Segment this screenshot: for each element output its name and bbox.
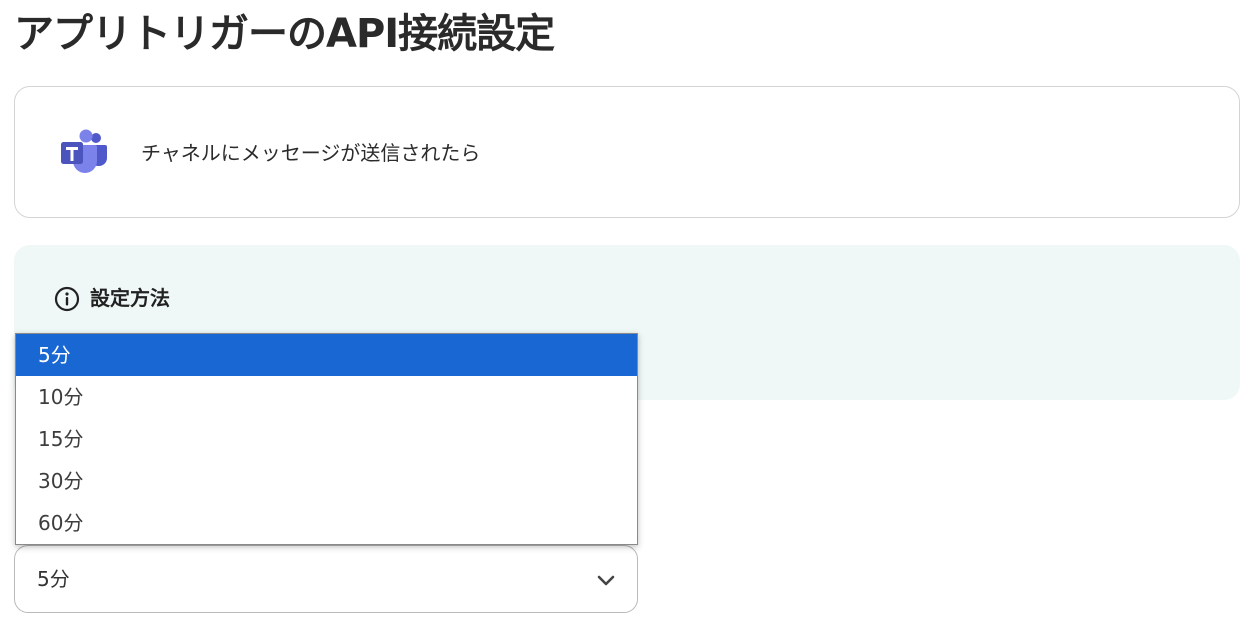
- interval-dropdown-list[interactable]: 5分 10分 15分 30分 60分: [15, 333, 638, 545]
- trigger-card[interactable]: チャネルにメッセージが送信されたら: [14, 86, 1240, 218]
- info-heading: 設定方法: [90, 286, 170, 310]
- dropdown-option-10min[interactable]: 10分: [16, 376, 637, 418]
- dropdown-option-5min[interactable]: 5分: [16, 334, 637, 376]
- microsoft-teams-icon: [61, 129, 107, 173]
- interval-select[interactable]: 5分: [14, 545, 638, 613]
- interval-select-value: 5分: [37, 567, 70, 591]
- chevron-down-icon: [597, 575, 615, 586]
- page-title: アプリトリガーのAPI接続設定: [14, 11, 555, 57]
- trigger-label: チャネルにメッセージが送信されたら: [141, 141, 481, 165]
- info-icon: [54, 286, 80, 312]
- dropdown-option-15min[interactable]: 15分: [16, 418, 637, 460]
- dropdown-option-30min[interactable]: 30分: [16, 460, 637, 502]
- dropdown-option-60min[interactable]: 60分: [16, 502, 637, 544]
